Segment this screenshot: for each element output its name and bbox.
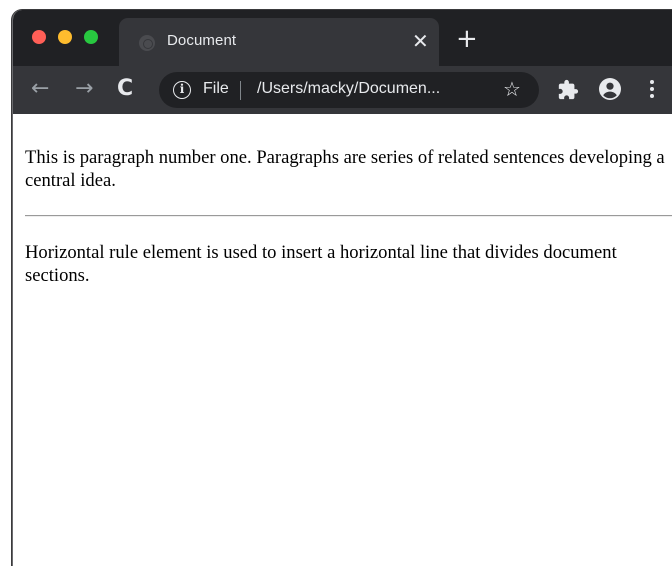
info-icon[interactable]: i <box>173 81 191 99</box>
extensions-puzzle-icon[interactable] <box>557 79 579 101</box>
back-icon[interactable]: ← <box>31 77 49 101</box>
bookmark-star-icon[interactable]: ☆ <box>503 78 521 100</box>
window-minimize-button[interactable] <box>58 30 72 44</box>
profile-icon[interactable] <box>598 77 622 101</box>
forward-icon[interactable]: → <box>75 77 93 101</box>
paragraph-one: This is paragraph number one. Paragraphs… <box>25 147 665 191</box>
new-tab-icon[interactable]: + <box>456 26 478 52</box>
page-content: This is paragraph number one. Paragraphs… <box>13 114 672 566</box>
more-menu-icon[interactable] <box>649 80 655 100</box>
reload-icon[interactable]: C <box>117 77 133 101</box>
tab-strip: Document ✕ + <box>13 10 672 66</box>
address-bar[interactable]: i File /Users/macky/Documen... ☆ <box>159 72 539 108</box>
horizontal-rule <box>25 215 672 217</box>
url-scheme-label: File <box>203 80 229 97</box>
close-icon[interactable]: ✕ <box>412 30 429 52</box>
paragraph-two: Horizontal rule element is used to inser… <box>25 242 617 286</box>
browser-toolbar: ← → C i File /Users/macky/Documen... ☆ <box>13 66 672 114</box>
window-maximize-button[interactable] <box>84 30 98 44</box>
globe-icon <box>139 35 155 51</box>
browser-window: Document ✕ + ← → C i File /Users/macky/D… <box>12 10 672 566</box>
tab-document[interactable]: Document ✕ <box>119 18 439 66</box>
tab-title: Document <box>167 32 237 49</box>
window-close-button[interactable] <box>32 30 46 44</box>
url-text[interactable]: /Users/macky/Documen... <box>257 80 440 98</box>
address-divider <box>240 81 241 100</box>
